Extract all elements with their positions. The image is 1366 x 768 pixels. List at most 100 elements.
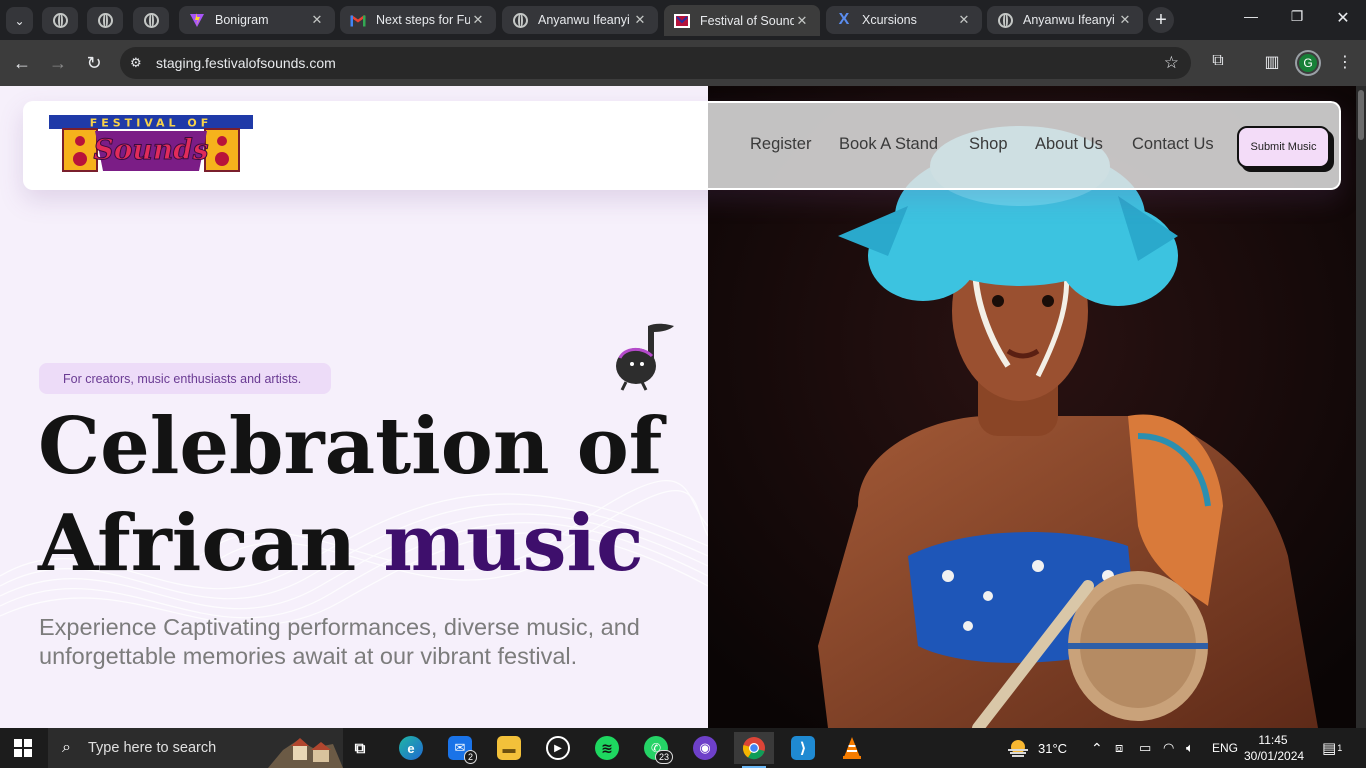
taskbar-vscode[interactable]: ⟩: [783, 732, 823, 764]
vlc-icon: [843, 737, 861, 759]
address-url[interactable]: staging.festivalofsounds.com: [156, 55, 336, 71]
weather-widget[interactable]: 31°C: [1006, 728, 1067, 768]
windows-taskbar: ⌕ Type here to search ⧉ e ✉ 2 ▬ ▶ ≋ ✆ 23 ◉…: [0, 728, 1366, 768]
side-panel-icon[interactable]: ▥: [1261, 52, 1283, 72]
window-close-icon[interactable]: ✕: [1320, 8, 1366, 28]
taskbar-mail[interactable]: ✉ 2: [440, 732, 480, 764]
tab-title: Anyanwu Ifeanyi: [1023, 13, 1115, 27]
profile-avatar[interactable]: G: [1297, 52, 1319, 74]
tagline-badge: For creators, music enthusiasts and arti…: [39, 363, 331, 394]
taskbar-file-explorer[interactable]: ▬: [489, 732, 529, 764]
close-icon[interactable]: ✕: [309, 12, 325, 28]
bookmark-star-icon[interactable]: ☆: [1164, 53, 1179, 73]
taskbar-spotify[interactable]: ≋: [587, 732, 627, 764]
nav-book-a-stand[interactable]: Book A Stand: [839, 135, 938, 154]
hero-subtext: Experience Captivating performances, div…: [39, 614, 640, 669]
search-placeholder: Type here to search: [88, 740, 217, 756]
tab-bonigram[interactable]: Bonigram ✕: [179, 6, 335, 34]
new-tab-button[interactable]: +: [1148, 7, 1174, 33]
headline-plain: African: [38, 498, 384, 589]
notification-center-icon[interactable]: ▤ 1: [1322, 728, 1342, 768]
edge-icon: e: [399, 736, 423, 760]
tab-anyanwu-1[interactable]: Anyanwu Ifeanyi ✕: [502, 6, 658, 34]
tab-title: Festival of Sound: [700, 13, 794, 28]
taskbar-github[interactable]: ◉: [685, 732, 725, 764]
gmail-icon: [350, 12, 366, 28]
volume-icon[interactable]: 🔈︎: [1186, 728, 1194, 768]
tab-title: Anyanwu Ifeanyi: [538, 13, 630, 27]
nav-register[interactable]: Register: [750, 135, 811, 154]
battery-icon[interactable]: ▭: [1139, 728, 1151, 768]
svg-text:FESTIVAL OF: FESTIVAL OF: [90, 117, 213, 130]
spotify-icon: ≋: [595, 736, 619, 760]
scrollbar-thumb[interactable]: [1358, 90, 1364, 140]
task-view-icon: ⧉: [354, 739, 366, 757]
reload-icon[interactable]: ↻: [82, 51, 106, 75]
vscode-icon: ⟩: [791, 736, 815, 760]
meet-now-icon[interactable]: ⧈: [1115, 728, 1123, 768]
globe-icon: [997, 12, 1013, 28]
browser-toolbar: ← → ↻ ⚙ staging.festivalofsounds.com ☆ ⧉…: [0, 40, 1366, 86]
clock-time: 11:45: [1258, 733, 1288, 747]
pinned-tab-1[interactable]: [42, 7, 78, 34]
search-highlight-illustration-icon: [268, 738, 343, 768]
restore-icon[interactable]: ❐: [1274, 8, 1320, 25]
svg-text:Sounds: Sounds: [94, 133, 209, 166]
extensions-icon[interactable]: ⧉: [1207, 52, 1229, 70]
taskbar-search-box[interactable]: ⌕ Type here to search: [48, 728, 343, 768]
page-viewport: For creators, music enthusiasts and arti…: [0, 86, 1356, 728]
close-icon[interactable]: ✕: [470, 12, 486, 28]
globe-icon: [143, 13, 159, 28]
tab-title: Next steps for Fu: [376, 13, 470, 27]
tab-search-button[interactable]: ⌄: [6, 7, 33, 34]
taskbar-whatsapp[interactable]: ✆ 23: [636, 732, 676, 764]
close-icon[interactable]: ✕: [956, 12, 972, 28]
site-settings-icon[interactable]: ⚙: [130, 55, 146, 71]
tab-festival-of-sounds[interactable]: Festival of Sound ✕: [664, 5, 820, 36]
back-arrow-icon[interactable]: ←: [10, 51, 34, 75]
page-scrollbar[interactable]: [1356, 86, 1366, 728]
show-hidden-icons[interactable]: ⌃: [1091, 728, 1103, 768]
close-icon[interactable]: ✕: [632, 12, 648, 28]
taskbar-edge[interactable]: e: [391, 732, 431, 764]
more-menu-icon[interactable]: ⋮: [1334, 52, 1356, 72]
language-indicator[interactable]: ENG: [1212, 728, 1238, 768]
tab-xcursions[interactable]: X Xcursions ✕: [826, 6, 982, 34]
mail-badge: 2: [463, 750, 477, 764]
browser-tab-strip: ⌄ Bonigram ✕ Next steps for Fu ✕ Anyanwu…: [0, 0, 1366, 40]
pinned-tab-3[interactable]: [133, 7, 169, 34]
tab-title: Bonigram: [215, 13, 269, 27]
forward-arrow-icon[interactable]: →: [46, 51, 70, 75]
globe-icon: [512, 12, 528, 28]
festival-of-sounds-logo[interactable]: FESTIVAL OF Sounds: [49, 113, 253, 177]
close-icon[interactable]: ✕: [1117, 12, 1133, 28]
pinned-tab-2[interactable]: [87, 7, 123, 34]
headline-accent: music: [383, 498, 644, 589]
windows-start-icon[interactable]: [14, 739, 32, 757]
tab-gmail[interactable]: Next steps for Fu ✕: [340, 6, 496, 34]
nav-about-us[interactable]: About Us: [1035, 135, 1103, 154]
minimize-icon[interactable]: —: [1228, 8, 1274, 24]
nav-shop[interactable]: Shop: [969, 135, 1008, 154]
address-bar[interactable]: ⚙ staging.festivalofsounds.com ☆: [120, 47, 1191, 79]
taskbar-media-player[interactable]: ▶: [538, 732, 578, 764]
file-explorer-icon: ▬: [497, 736, 521, 760]
close-icon[interactable]: ✕: [794, 13, 810, 29]
taskbar-vlc[interactable]: [832, 732, 872, 764]
tab-anyanwu-2[interactable]: Anyanwu Ifeanyi ✕: [987, 6, 1143, 34]
hero-headline-line1: Celebration of: [38, 401, 663, 492]
hero-headline-line2: African music: [38, 505, 644, 583]
nav-contact-us[interactable]: Contact Us: [1132, 135, 1214, 154]
taskbar-chrome[interactable]: [734, 732, 774, 768]
globe-icon: [52, 13, 68, 28]
submit-music-button[interactable]: Submit Music: [1237, 126, 1330, 168]
system-clock[interactable]: 11:45 30/01/2024: [1244, 732, 1304, 764]
wifi-icon[interactable]: ◠: [1163, 728, 1174, 768]
github-icon: ◉: [693, 736, 717, 760]
music-note-mascot-icon: [616, 323, 674, 391]
taskbar-task-view[interactable]: ⧉: [340, 732, 380, 764]
search-icon: ⌕: [62, 739, 71, 756]
notification-count: 1: [1337, 743, 1343, 753]
whatsapp-badge: 23: [654, 750, 673, 764]
globe-icon: [97, 13, 113, 28]
